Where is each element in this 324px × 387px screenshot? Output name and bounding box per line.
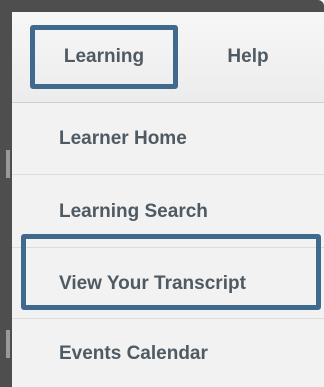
menu-item-label: Events Calendar <box>59 342 208 364</box>
menu-item-label: Learning Search <box>59 200 208 222</box>
screenshot-frame: Learning Help Learner Home Learning Sear… <box>0 0 324 387</box>
menu-item-label: View Your Transcript <box>59 272 246 294</box>
menu-item-label: Learner Home <box>59 127 187 149</box>
window-edge-top <box>0 0 324 12</box>
menu-panel: Learning Help Learner Home Learning Sear… <box>12 12 324 387</box>
menu-item-view-your-transcript[interactable]: View Your Transcript <box>12 249 324 319</box>
tab-learning-label: Learning <box>63 46 145 67</box>
tab-help-label: Help <box>227 46 269 67</box>
menu-item-learner-home[interactable]: Learner Home <box>12 103 324 175</box>
edge-notch <box>6 150 10 178</box>
menu-item-events-calendar[interactable]: Events Calendar <box>12 320 324 387</box>
window-edge-left <box>0 0 12 387</box>
edge-notch <box>6 330 10 358</box>
learning-dropdown-menu: Learner Home Learning Search View Your T… <box>12 103 324 387</box>
tab-learning[interactable]: Learning <box>30 12 178 102</box>
menu-item-learning-search[interactable]: Learning Search <box>12 176 324 248</box>
tab-help[interactable]: Help <box>198 12 298 102</box>
menubar: Learning Help <box>12 12 324 103</box>
